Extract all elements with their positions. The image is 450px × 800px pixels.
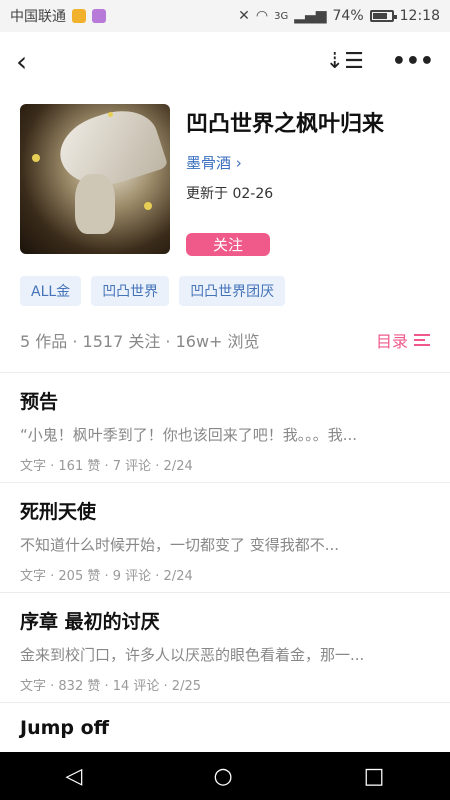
follow-button[interactable]: 关注: [186, 233, 270, 256]
nav-back-icon[interactable]: ◁: [66, 764, 83, 789]
updated-date: 更新于 02-26: [186, 186, 274, 202]
chapter-meta: 文字 · 161 赞 · 7 评论 · 2/24: [20, 459, 193, 474]
cover-art-dot: [108, 112, 113, 117]
clock: 12:18: [399, 8, 440, 24]
chapter-item[interactable]: 序章 最初的讨厌 金来到校门口，许多人以厌恶的眼色看着金，那一... 文字 · …: [0, 593, 450, 703]
tag-chip[interactable]: ALL金: [20, 276, 82, 306]
nav-recents-icon[interactable]: □: [364, 764, 385, 789]
network-label: 3G: [274, 10, 289, 22]
stats-text: 5 作品 · 1517 关注 · 16w+ 浏览: [20, 332, 260, 351]
toc-button[interactable]: 目录: [376, 328, 430, 352]
chapter-title: 预告: [20, 391, 59, 413]
stats-row: 5 作品 · 1517 关注 · 16w+ 浏览 目录: [20, 324, 430, 356]
chapter-title: Jump off: [20, 717, 110, 739]
top-actions: ⇣☰ •••: [326, 49, 434, 74]
chapter-meta: 文字 · 832 赞 · 14 评论 · 2/25: [20, 679, 202, 694]
cover-art-dot: [32, 154, 40, 162]
chevron-right-icon: ›: [235, 154, 242, 172]
author-name: 墨骨酒: [186, 154, 232, 172]
chapter-excerpt: “小鬼！枫叶季到了！你也该回来了吧！我。。。我...: [20, 426, 358, 444]
book-cover[interactable]: [20, 104, 170, 254]
book-info: 凹凸世界之枫叶归来 墨骨酒 › 更新于 02-26 关注: [186, 104, 384, 256]
more-dots-icon[interactable]: •••: [392, 49, 434, 74]
carrier-label: 中国联通: [10, 9, 66, 25]
chapter-excerpt: 不知道什么时候开始，一切都变了 变得我都不...: [20, 536, 340, 554]
cover-art-figure: [75, 174, 115, 234]
tag-list: ALL金 凹凸世界 凹凸世界团厌: [20, 276, 286, 306]
sort-list-icon[interactable]: ⇣☰: [326, 49, 364, 74]
author-link[interactable]: 墨骨酒 ›: [186, 152, 384, 173]
chapter-excerpt: 金来到校门口，许多人以厌恶的眼色看着金，那一...: [20, 646, 365, 664]
book-header: 凹凸世界之枫叶归来 墨骨酒 › 更新于 02-26 关注: [20, 104, 430, 256]
system-nav-bar: ◁ ○ □: [0, 752, 450, 800]
nav-home-icon[interactable]: ○: [213, 764, 232, 789]
wifi-icon: ◠: [255, 8, 269, 24]
chapter-title: 死刑天使: [20, 501, 97, 523]
tag-chip[interactable]: 凹凸世界: [91, 276, 170, 306]
chapter-item[interactable]: 死刑天使 不知道什么时候开始，一切都变了 变得我都不... 文字 · 205 赞…: [0, 483, 450, 593]
cover-art-dot: [144, 202, 152, 210]
app-notification-icon: [92, 9, 106, 23]
list-icon: [414, 334, 430, 346]
signal-icon: ▂▄▆: [294, 8, 327, 24]
battery-percent: 74%: [332, 8, 364, 24]
back-icon[interactable]: ‹: [16, 45, 27, 78]
tag-chip[interactable]: 凹凸世界团厌: [179, 276, 286, 306]
book-title: 凹凸世界之枫叶归来: [186, 112, 385, 137]
top-bar: ‹ ⇣☰ •••: [0, 32, 450, 90]
chapter-title: 序章 最初的讨厌: [20, 611, 160, 633]
chapter-list: 预告 “小鬼！枫叶季到了！你也该回来了吧！我。。。我... 文字 · 161 赞…: [0, 372, 450, 800]
toc-label: 目录: [375, 332, 408, 351]
chapter-item[interactable]: 预告 “小鬼！枫叶季到了！你也该回来了吧！我。。。我... 文字 · 161 赞…: [0, 373, 450, 483]
notification-icon: [72, 9, 86, 23]
mute-icon: ✕: [238, 8, 250, 24]
battery-icon: [369, 10, 397, 22]
status-bar: 中国联通 ✕ ◠ 3G ▂▄▆ 74% 12:18: [0, 0, 450, 32]
status-right: ✕ ◠ 3G ▂▄▆ 74% 12:18: [238, 8, 440, 24]
chapter-meta: 文字 · 205 赞 · 9 评论 · 2/24: [20, 569, 193, 584]
